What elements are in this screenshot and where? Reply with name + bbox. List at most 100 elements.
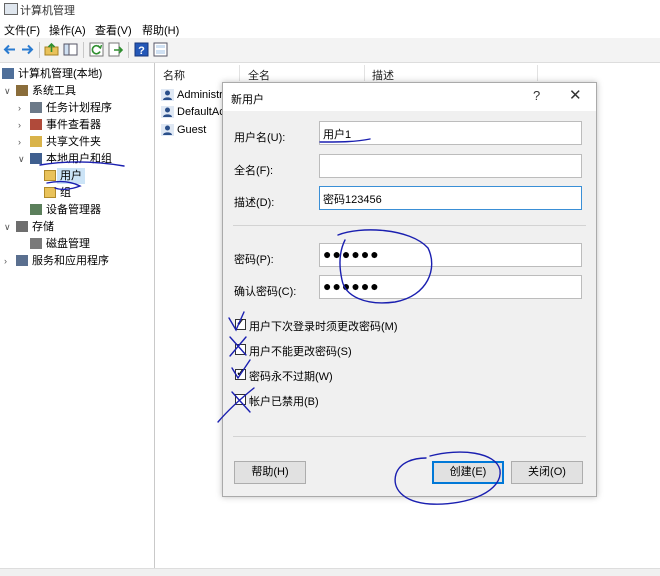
tree-item[interactable]: ∨ 本地用户和组 <box>0 151 150 167</box>
help-icon[interactable]: ? <box>533 88 540 103</box>
tree-item[interactable]: 用户 <box>0 168 150 184</box>
folder-icon <box>44 170 56 181</box>
tree-item-label: 存储 <box>32 221 54 233</box>
show-hide-tree-icon[interactable] <box>63 42 78 57</box>
create-button[interactable]: 创建(E) <box>432 461 504 484</box>
tools-icon <box>16 85 28 96</box>
fullname-label: 全名(F): <box>234 165 274 177</box>
dialog-title-bar[interactable]: 新用户 ? ✕ <box>223 83 596 111</box>
column-divider[interactable] <box>364 65 365 81</box>
close-button[interactable]: 关闭(O) <box>511 461 583 484</box>
tree-item-label: 本地用户和组 <box>46 153 112 165</box>
checkbox-box[interactable] <box>235 394 246 405</box>
chevron-right-icon[interactable]: › <box>18 100 21 116</box>
description-label: 描述(D): <box>234 197 275 209</box>
list-item-label: DefaultAccount <box>177 106 225 118</box>
tree-item-label: 服务和应用程序 <box>32 255 109 267</box>
users-group-icon <box>30 153 42 164</box>
tree-item-label: 设备管理器 <box>46 204 101 216</box>
dialog-title: 新用户 <box>231 94 264 106</box>
list-item-label: Administrator <box>177 89 225 101</box>
list-item-label: Guest <box>177 124 207 136</box>
tree-item-label: 用户 <box>57 168 85 184</box>
list-item[interactable]: DefaultAccount <box>161 103 225 121</box>
username-field[interactable]: 用户1 <box>319 121 582 145</box>
checkbox-box[interactable] <box>235 316 246 330</box>
menu-file[interactable]: 文件(F) <box>4 22 40 38</box>
list-item[interactable]: Administrator <box>161 86 225 104</box>
close-icon[interactable]: ✕ <box>569 86 582 104</box>
tree-item-label: 磁盘管理 <box>46 238 90 250</box>
column-divider[interactable] <box>239 65 240 81</box>
menu-view[interactable]: 查看(V) <box>95 22 132 38</box>
refresh-icon[interactable] <box>89 42 104 57</box>
fullname-field[interactable] <box>319 154 582 178</box>
tree-item-label: 事件查看器 <box>46 119 101 131</box>
tree-item[interactable]: › 共享文件夹 <box>0 134 150 150</box>
services-icon <box>16 255 28 266</box>
window-title: 计算机管理 <box>20 5 75 17</box>
chevron-right-icon[interactable]: › <box>4 253 7 269</box>
properties-icon[interactable] <box>153 42 168 57</box>
username-label: 用户名(U): <box>234 132 286 144</box>
toolbar-separator <box>83 42 84 58</box>
toolbar-separator <box>128 42 129 58</box>
shared-folder-icon <box>30 136 42 147</box>
tree-item-label: 共享文件夹 <box>46 136 101 148</box>
tree-item[interactable]: ∨ 存储 <box>0 219 150 235</box>
back-arrow-icon[interactable] <box>2 42 17 57</box>
column-header-fullname[interactable]: 全名 <box>248 67 270 83</box>
tree-item[interactable]: › 服务和应用程序 <box>0 253 150 269</box>
tree-item[interactable]: 磁盘管理 <box>0 236 150 252</box>
tree-item[interactable]: › 任务计划程序 <box>0 100 150 116</box>
checkbox-label: 帐户已禁用(B) <box>249 396 319 408</box>
column-header-description[interactable]: 描述 <box>372 67 394 83</box>
menu-action[interactable]: 操作(A) <box>49 22 86 38</box>
divider <box>233 225 586 226</box>
export-icon[interactable] <box>108 42 123 57</box>
computer-icon <box>2 68 14 79</box>
device-manager-icon <box>30 204 42 215</box>
menu-help[interactable]: 帮助(H) <box>142 22 179 38</box>
column-header-name[interactable]: 名称 <box>163 67 185 83</box>
description-field[interactable]: 密码123456 <box>319 186 582 210</box>
tree-item[interactable]: 设备管理器 <box>0 202 150 218</box>
tree-item[interactable]: 计算机管理(本地) <box>0 66 150 82</box>
forward-arrow-icon[interactable] <box>20 42 35 57</box>
tree-item-label: 系统工具 <box>32 85 76 97</box>
chevron-down-icon[interactable]: ∨ <box>4 83 11 99</box>
chevron-right-icon[interactable]: › <box>18 117 21 133</box>
menu-bar: 文件(F) 操作(A) 查看(V) 帮助(H) <box>0 18 660 38</box>
checkbox-label: 密码永不过期(W) <box>249 371 333 383</box>
tree-item-label: 组 <box>60 187 71 199</box>
storage-icon <box>16 221 28 232</box>
title-bar: 计算机管理 <box>0 0 660 18</box>
checkbox-box[interactable] <box>235 366 246 380</box>
chevron-right-icon[interactable]: › <box>18 134 21 150</box>
tree-item-label: 任务计划程序 <box>46 102 112 114</box>
password-label: 密码(P): <box>234 254 274 266</box>
divider <box>233 436 586 437</box>
tree-item[interactable]: › 事件查看器 <box>0 117 150 133</box>
chevron-down-icon[interactable]: ∨ <box>18 151 25 167</box>
column-divider[interactable] <box>537 65 538 81</box>
chevron-down-icon[interactable]: ∨ <box>4 219 11 235</box>
checkbox-box[interactable] <box>235 344 246 355</box>
checkbox-label: 用户不能更改密码(S) <box>249 346 352 358</box>
event-viewer-icon <box>30 119 42 130</box>
user-icon <box>161 124 174 136</box>
computer-management-icon <box>4 3 18 15</box>
tree-item[interactable]: ∨ 系统工具 <box>0 83 150 99</box>
up-folder-icon[interactable] <box>44 42 59 57</box>
help-button[interactable]: 帮助(H) <box>234 461 306 484</box>
user-icon <box>161 106 174 118</box>
tree-item[interactable]: 组 <box>0 185 150 201</box>
confirm-password-field[interactable]: ●●●●●● <box>319 275 582 299</box>
password-field[interactable]: ●●●●●● <box>319 243 582 267</box>
console-tree: 计算机管理(本地) ∨ 系统工具 › 任务计划程序 › 事件查看器 › 共享文件夹 ∨ 本地用户和组… <box>0 63 155 568</box>
help-icon[interactable]: ? <box>134 42 149 57</box>
user-icon <box>161 89 174 101</box>
list-item[interactable]: Guest <box>161 121 225 139</box>
toolbar: ? <box>0 38 660 63</box>
clock-icon <box>30 102 42 113</box>
